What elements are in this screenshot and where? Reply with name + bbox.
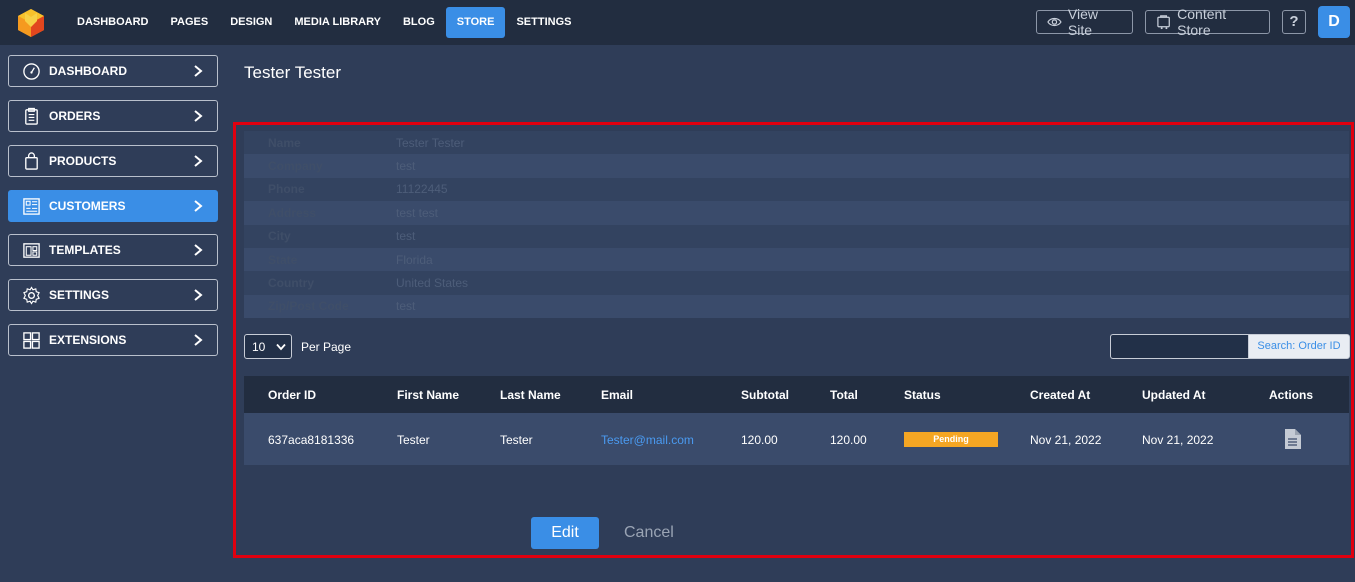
shopping-bag-icon (21, 151, 41, 171)
nav-design[interactable]: DESIGN (219, 7, 283, 38)
sidebar-item-orders[interactable]: ORDERS (8, 100, 218, 132)
store-cart-icon (1157, 15, 1170, 30)
sidebar-item-label: PRODUCTS (49, 154, 117, 168)
nav-dashboard[interactable]: DASHBOARD (66, 7, 160, 38)
sidebar-item-label: SETTINGS (49, 288, 110, 302)
chevron-right-icon (194, 110, 203, 122)
contact-card-icon (21, 196, 41, 216)
nav-blog[interactable]: BLOG (392, 7, 446, 38)
nav-store[interactable]: STORE (445, 7, 506, 38)
view-site-label: View Site (1067, 6, 1098, 38)
gauge-icon (21, 61, 41, 81)
sidebar-item-customers[interactable]: CUSTOMERS (8, 190, 218, 222)
content-store-button[interactable]: Content Store (1145, 6, 1270, 38)
chevron-right-icon (194, 155, 203, 167)
page-title: Tester Tester (244, 63, 342, 82)
chevron-right-icon (194, 65, 203, 77)
chevron-right-icon (194, 334, 203, 346)
sidebar-item-extensions[interactable]: EXTENSIONS (8, 324, 218, 356)
sidebar-item-templates[interactable]: TEMPLATES (8, 234, 218, 266)
sidebar-item-label: EXTENSIONS (49, 333, 127, 347)
eye-icon (1047, 17, 1062, 27)
sidebar-item-label: TEMPLATES (49, 243, 121, 257)
grid-icon (21, 330, 41, 350)
help-button[interactable]: ? (1282, 10, 1306, 34)
gear-icon (21, 285, 41, 305)
view-site-button[interactable]: View Site (1036, 6, 1133, 38)
sidebar-item-label: ORDERS (49, 109, 101, 123)
sidebar-item-label: DASHBOARD (49, 64, 127, 78)
highlight-box (233, 122, 1354, 558)
app-logo[interactable] (14, 5, 48, 39)
clipboard-icon (21, 106, 41, 126)
chevron-right-icon (194, 244, 203, 256)
nav-pages[interactable]: PAGES (160, 7, 220, 38)
top-navbar: DASHBOARD PAGES DESIGN MEDIA LIBRARY BLO… (0, 0, 1355, 45)
nav-settings[interactable]: SETTINGS (505, 7, 582, 38)
main-nav: DASHBOARD PAGES DESIGN MEDIA LIBRARY BLO… (66, 7, 582, 38)
sidebar-item-label: CUSTOMERS (49, 199, 126, 213)
sidebar-item-products[interactable]: PRODUCTS (8, 145, 218, 177)
template-icon (21, 240, 41, 260)
sidebar-item-settings[interactable]: SETTINGS (8, 279, 218, 311)
nav-media-library[interactable]: MEDIA LIBRARY (283, 7, 392, 38)
sidebar-item-dashboard[interactable]: DASHBOARD (8, 55, 218, 87)
chevron-right-icon (194, 289, 203, 301)
user-avatar[interactable]: D (1318, 6, 1350, 38)
content-store-label: Content Store (1177, 6, 1227, 38)
chevron-right-icon (194, 200, 203, 212)
